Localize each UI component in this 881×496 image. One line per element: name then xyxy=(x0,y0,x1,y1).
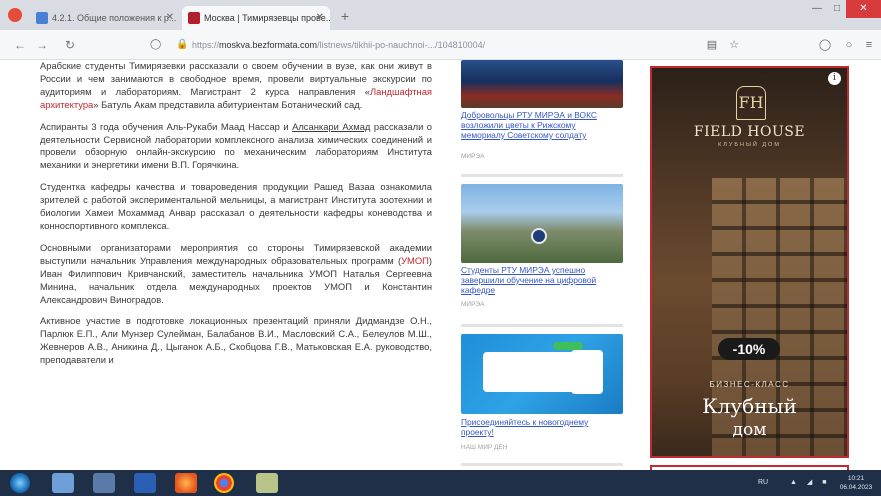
ad-headline-line1: Клубный xyxy=(702,394,797,418)
brand-monogram: FH xyxy=(736,86,766,120)
ad-subtitle: клубный дом xyxy=(718,142,781,148)
address-bar[interactable]: ◯ 🔒 https://moskva.bezformata.com/listne… xyxy=(150,35,710,55)
clock-time: 10:21 xyxy=(847,475,865,482)
word-app-icon[interactable] xyxy=(134,473,156,493)
real-estate-ad-banner[interactable]: i FH FIELD HOUSE клубный дом -10% БИЗНЕС… xyxy=(650,66,849,458)
tab-favicon-icon xyxy=(188,12,200,24)
article-paragraph: Активное участие в подготовке локационны… xyxy=(40,315,432,366)
ad-brand: FIELD HOUSE xyxy=(693,124,806,140)
article-body: Арабские студенты Тимирязевки рассказали… xyxy=(40,60,432,468)
clock-date: 06.04.2023 xyxy=(839,484,873,491)
news-thumbnail[interactable] xyxy=(461,334,623,414)
banner-card xyxy=(483,352,583,392)
taskbar-app-icon[interactable] xyxy=(93,473,115,493)
browser-logo-icon[interactable] xyxy=(8,8,22,22)
discount-badge: -10% xyxy=(718,338,780,360)
file-explorer-icon[interactable] xyxy=(256,473,278,493)
ad-info-icon[interactable]: i xyxy=(828,72,841,85)
news-title-link[interactable]: Добровольцы РТУ МИРЭА и ВОКС возложили ц… xyxy=(461,110,611,140)
divider xyxy=(461,174,623,177)
forward-arrow-icon[interactable]: → xyxy=(34,37,50,53)
article-paragraph: Арабские студенты Тимирязевки рассказали… xyxy=(40,60,432,110)
firefox-app-icon[interactable] xyxy=(175,473,197,493)
article-paragraph: Аспиранты 3 года обучения Аль-Рукаби Маа… xyxy=(40,120,432,171)
chrome-app-icon[interactable] xyxy=(214,473,234,493)
taskbar-app-icon[interactable] xyxy=(52,473,74,493)
divider xyxy=(461,463,623,466)
address-toolbar: ← → ↻ ◯ 🔒 https://moskva.bezformata.com/… xyxy=(0,30,881,60)
news-title-link[interactable]: Студенты РТУ МИРЭА успешно завершили обу… xyxy=(461,265,611,295)
news-title-link[interactable]: Присоединяйтесь к новогоднему проекту! xyxy=(461,417,611,437)
banner-badge xyxy=(571,350,603,394)
news-source: МИРЭА xyxy=(461,301,485,308)
back-arrow-icon[interactable]: ← xyxy=(12,37,28,53)
tab-1[interactable]: 4.2.1. Общие положения к р... ✕ xyxy=(30,6,180,30)
tracking-shield-icon[interactable]: ◯ xyxy=(150,35,161,55)
minimize-icon[interactable]: — xyxy=(808,0,826,18)
ad-class-label: БИЗНЕС-КЛАСС xyxy=(709,380,790,389)
url-text[interactable]: https://moskva.bezformata.com/listnews/t… xyxy=(192,35,485,55)
system-tray-icons[interactable]: ▲ ◢ ■ xyxy=(790,470,830,496)
article-link[interactable]: УМОП xyxy=(401,255,429,266)
article-paragraph: Студентка кафедры качества и товароведен… xyxy=(40,181,432,231)
shield-icon[interactable]: ◯ xyxy=(817,37,833,53)
account-icon[interactable]: ○ xyxy=(841,37,857,53)
underlined-name: Алсанкари Ахмад xyxy=(292,120,371,132)
bookmark-star-icon[interactable]: ☆ xyxy=(726,37,742,53)
tab-favicon-icon xyxy=(36,12,48,24)
news-thumbnail[interactable] xyxy=(461,184,623,263)
banner-pill xyxy=(553,342,583,350)
news-thumbnail[interactable] xyxy=(461,60,623,108)
article-paragraph: Основными организаторами мероприятия со … xyxy=(40,241,432,305)
tab-strip: 4.2.1. Общие положения к р... ✕ Москва |… xyxy=(0,0,881,30)
news-source: МИРЭА xyxy=(461,153,485,160)
university-emblem-icon xyxy=(531,228,547,244)
tab-close-icon[interactable]: ✕ xyxy=(166,6,174,30)
new-tab-button[interactable]: + xyxy=(336,8,354,24)
window-close-icon[interactable]: ✕ xyxy=(846,0,881,18)
reload-icon[interactable]: ↻ xyxy=(62,37,78,53)
divider xyxy=(461,324,623,327)
start-button-icon[interactable] xyxy=(10,473,30,493)
windows-taskbar: RU ▲ ◢ ■ 10:21 06.04.2023 xyxy=(0,470,881,496)
menu-icon[interactable]: ≡ xyxy=(861,37,877,53)
tab-close-icon[interactable]: ✕ xyxy=(316,6,324,30)
maximize-icon[interactable]: □ xyxy=(828,0,846,18)
tab-2-active[interactable]: Москва | Тимирязевцы прове... ✕ xyxy=(182,6,330,30)
ad-headline-line2: дом xyxy=(732,420,767,440)
related-news-column: Добровольцы РТУ МИРЭА и ВОКС возложили ц… xyxy=(461,60,623,468)
tab-title: Москва | Тимирязевцы прове... xyxy=(204,13,330,23)
reader-view-icon[interactable]: ▤ xyxy=(704,37,720,53)
news-source: НАШ МИР ДЕН xyxy=(461,444,508,451)
language-indicator[interactable]: RU xyxy=(758,470,768,496)
clock[interactable]: 10:21 06.04.2023 xyxy=(836,474,876,492)
tab-title: 4.2.1. Общие положения к р... xyxy=(52,13,177,23)
lock-icon[interactable]: 🔒 xyxy=(176,35,188,55)
